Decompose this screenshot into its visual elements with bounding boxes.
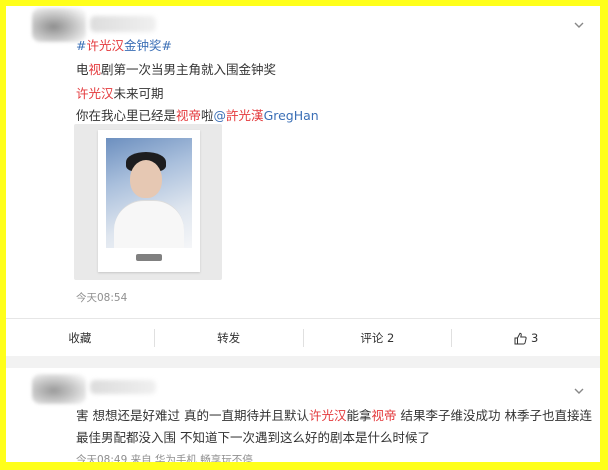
keyword-link[interactable]: 视帝 — [176, 108, 201, 123]
post-hashtag[interactable]: #许光汉金钟奖# — [76, 38, 172, 54]
collect-label: 收藏 — [68, 331, 92, 345]
thumbs-up-icon — [514, 332, 527, 345]
feed-frame: #许光汉金钟奖# 电视剧第一次当男主角就入围金钟奖 许光汉未来可期 你在我心里已… — [6, 6, 600, 462]
comment-label: 评论 2 — [360, 331, 395, 345]
keyword-link[interactable]: 许光汉 — [309, 408, 347, 423]
post-timestamp[interactable]: 今天08:49 来自 华为手机 畅享玩不停 — [76, 452, 253, 462]
post-text-line: 最佳男配都没入围 不知道下一次遇到这么好的剧本是什么时候了 — [76, 430, 430, 445]
collect-button[interactable]: 收藏 — [6, 328, 154, 348]
username-blurred[interactable] — [90, 16, 156, 32]
username-blurred[interactable] — [90, 380, 156, 394]
post-image[interactable] — [74, 124, 222, 280]
hashtag-name: 许光汉 — [86, 38, 124, 53]
avatar[interactable] — [32, 374, 86, 404]
like-count: 3 — [530, 331, 539, 345]
hashtag-mark: # — [76, 38, 87, 53]
keyword-link[interactable]: 视帝 — [371, 408, 396, 423]
avatar[interactable] — [32, 8, 86, 42]
repost-button[interactable]: 转发 — [155, 328, 303, 348]
polaroid-photo — [98, 130, 200, 272]
portrait-photo — [106, 138, 192, 248]
signature-mark — [136, 254, 162, 261]
repost-label: 转发 — [217, 331, 241, 345]
mention-link[interactable]: @許光漢GregHan — [214, 108, 319, 123]
chevron-down-icon[interactable] — [572, 384, 586, 398]
post-timestamp[interactable]: 今天08:54 — [76, 290, 127, 305]
post-text-line: 电视剧第一次当男主角就入围金钟奖 — [76, 62, 277, 77]
action-bar: 收藏 转发 评论 2 3 — [6, 318, 600, 357]
post-text-line: 害 想想还是好难过 真的一直期待并且默认许光汉能拿视帝 结果李子维没成功 林季子… — [76, 408, 592, 423]
hashtag-mark: # — [161, 38, 172, 53]
keyword-link[interactable]: 视 — [89, 62, 102, 77]
like-button[interactable]: 3 — [452, 328, 600, 348]
post-card: #许光汉金钟奖# 电视剧第一次当男主角就入围金钟奖 许光汉未来可期 你在我心里已… — [6, 6, 600, 356]
hashtag-topic: 金钟奖 — [124, 38, 162, 53]
comment-button[interactable]: 评论 2 — [304, 328, 452, 348]
post-text-line: 你在我心里已经是视帝啦@許光漢GregHan — [76, 108, 319, 123]
keyword-link[interactable]: 许光汉 — [76, 86, 114, 101]
post-text-line: 许光汉未来可期 — [76, 86, 164, 101]
post-card: 害 想想还是好难过 真的一直期待并且默认许光汉能拿视帝 结果李子维没成功 林季子… — [6, 368, 600, 462]
chevron-down-icon[interactable] — [572, 18, 586, 32]
